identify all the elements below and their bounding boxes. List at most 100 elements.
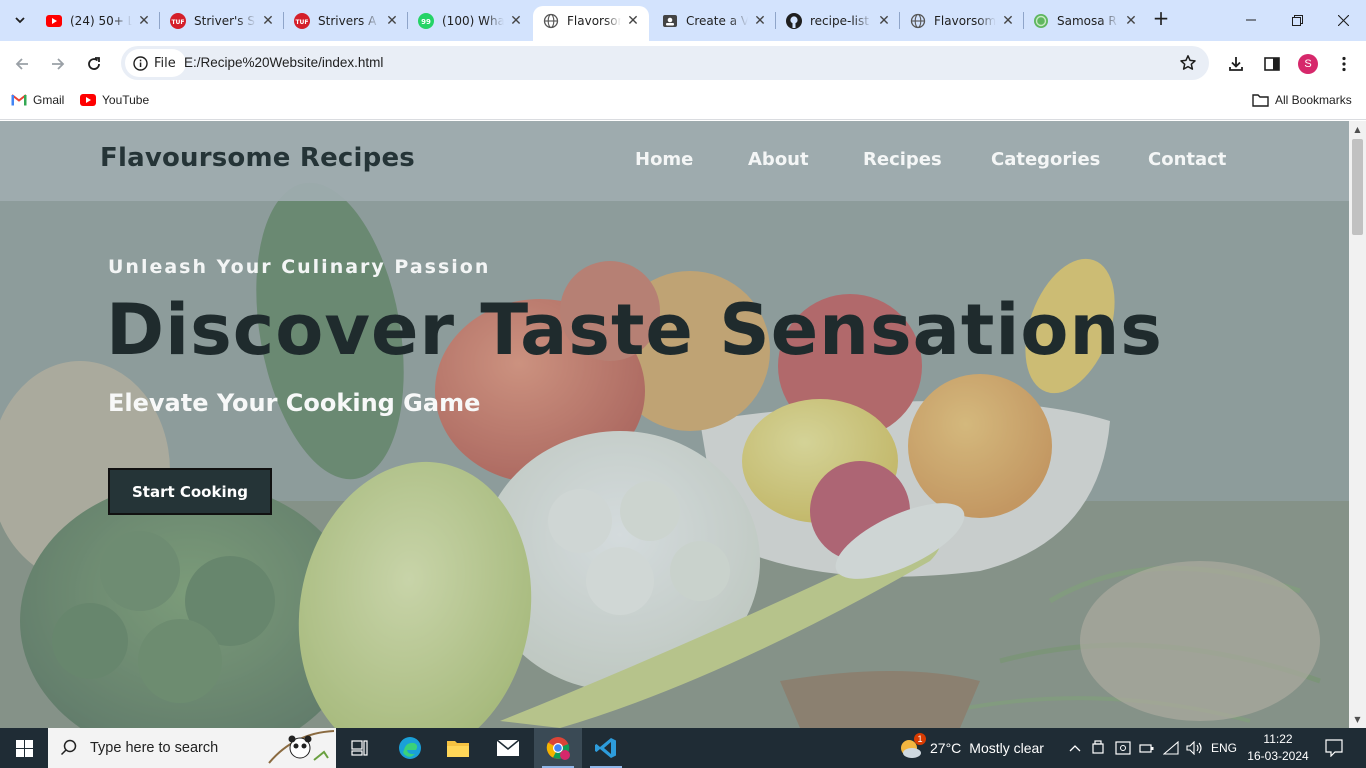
downloads-button[interactable] [1222,50,1250,78]
edge-icon [399,737,421,759]
close-icon[interactable]: ✕ [260,13,276,29]
all-bookmarks-label: All Bookmarks [1275,93,1352,107]
bookmarks-bar: Gmail YouTube All Bookmarks [0,86,1366,120]
page-scrollbar[interactable]: ▲ ▼ [1349,121,1366,728]
taskbar-file-explorer[interactable] [434,728,482,768]
nav-link-recipes[interactable]: Recipes [863,149,942,170]
nav-link-about[interactable]: About [748,149,809,170]
info-icon [133,55,148,71]
taskbar-vscode[interactable] [582,728,630,768]
tablet-icon [1115,741,1131,755]
clock-time: 11:22 [1263,732,1293,746]
close-window-button[interactable] [1320,0,1366,40]
tab-search-button[interactable] [7,7,33,33]
address-bar[interactable]: File E:/Recipe%20Website/index.html [121,46,1209,80]
profile-button[interactable]: S [1294,50,1322,78]
tray-language[interactable]: ENG [1208,728,1240,768]
side-panel-button[interactable] [1258,50,1286,78]
youtube-icon [80,94,96,106]
windows-icon [15,739,33,757]
samosa-icon [1033,13,1049,29]
notification-center[interactable] [1318,728,1350,768]
github-icon [786,12,802,29]
taskbar-mail[interactable] [484,728,532,768]
tray-battery[interactable] [1137,728,1157,768]
tray-volume[interactable] [1184,728,1206,768]
tab-github[interactable]: recipe-list ✕ [786,6,892,35]
bookmark-youtube[interactable]: YouTube [80,93,149,107]
close-icon[interactable]: ✕ [508,13,524,29]
mail-icon [496,739,520,756]
close-icon[interactable]: ✕ [752,13,768,29]
hero-headline: Discover Taste Sensations [106,289,1163,371]
new-tab-button[interactable]: + [1150,8,1172,30]
weather-widget[interactable]: 1 27°C Mostly clear [898,728,1044,768]
tray-wifi[interactable] [1161,728,1181,768]
tab-title: Samosa R [1057,13,1117,28]
taskbar-chrome[interactable] [534,728,582,768]
minimize-button[interactable] [1228,0,1274,40]
taskbar-edge[interactable] [386,728,434,768]
scroll-up-icon[interactable]: ▲ [1353,125,1362,134]
close-icon[interactable]: ✕ [876,13,892,29]
bookmark-star-icon[interactable] [1179,54,1197,76]
scroll-thumb[interactable] [1352,139,1363,235]
tray-usb[interactable] [1089,728,1107,768]
tab-samosa[interactable]: Samosa R ✕ [1033,6,1139,35]
taskbar-search[interactable]: Type here to search [48,728,336,768]
tab-youtube[interactable]: (24) 50+ L ✕ [46,6,152,35]
hero-overlay [0,121,1349,728]
tab-striver-sheet[interactable]: TUF Striver's S ✕ [170,6,276,35]
tab-create[interactable]: Create a V ✕ [662,6,768,35]
back-button[interactable] [8,50,36,78]
site-info-chip[interactable]: File [125,49,186,77]
forward-button[interactable] [44,50,72,78]
tuf-icon: TUF [294,12,310,29]
tab-strivers-a[interactable]: TUF Strivers A ✕ [294,6,400,35]
weather-temp: 27°C [930,740,962,756]
tab-flavorsome-active[interactable]: Flavorsom ✕ [533,6,649,41]
show-hidden-icons[interactable] [1066,728,1084,768]
nav-link-contact[interactable]: Contact [1148,149,1226,170]
chip-label: File [154,55,176,71]
start-cooking-button[interactable]: Start Cooking [108,468,272,515]
site-logo[interactable]: Flavoursome Recipes [100,143,415,173]
tab-title: (100) Wha [442,13,504,28]
tab-separator [407,12,408,29]
nav-link-categories[interactable]: Categories [991,149,1100,170]
download-icon [1229,57,1243,71]
start-button[interactable] [0,728,48,768]
all-bookmarks-button[interactable]: All Bookmarks [1252,93,1352,107]
reload-button[interactable] [80,50,108,78]
tab-separator [899,12,900,29]
restore-button[interactable] [1274,0,1320,40]
restore-icon [1291,14,1303,26]
svg-text:TUF: TUF [295,19,308,26]
tab-title: Strivers A [318,13,377,28]
search-placeholder: Type here to search [90,740,219,756]
clock-date: 16-03-2024 [1247,749,1309,763]
scroll-down-icon[interactable]: ▼ [1353,715,1362,724]
menu-button[interactable] [1330,50,1358,78]
chevron-down-icon [15,17,25,24]
taskbar-clock[interactable]: 11:22 16-03-2024 [1243,731,1313,765]
close-icon[interactable]: ✕ [384,13,400,29]
globe-icon [543,13,559,29]
close-icon[interactable]: ✕ [1123,13,1139,29]
close-icon[interactable]: ✕ [625,13,641,29]
tray-defender[interactable] [1113,728,1133,768]
task-view-button[interactable] [336,728,384,768]
close-icon[interactable]: ✕ [136,13,152,29]
url-text[interactable]: E:/Recipe%20Website/index.html [184,55,383,70]
weather-badge: 1 [914,733,926,745]
close-icon[interactable]: ✕ [1000,13,1016,29]
side-panel-icon [1264,57,1280,71]
bookmark-gmail[interactable]: Gmail [11,93,64,107]
nav-link-home[interactable]: Home [635,149,693,170]
arrow-left-icon [15,58,28,70]
folder-icon [1252,94,1269,107]
svg-text:TUF: TUF [171,19,184,26]
tab-whatsapp[interactable]: 99 (100) Wha ✕ [418,6,524,35]
tab-flavorsome-2[interactable]: Flavorsom ✕ [910,6,1016,35]
tab-strip: (24) 50+ L ✕ TUF Striver's S ✕ TUF Striv… [0,0,1366,41]
